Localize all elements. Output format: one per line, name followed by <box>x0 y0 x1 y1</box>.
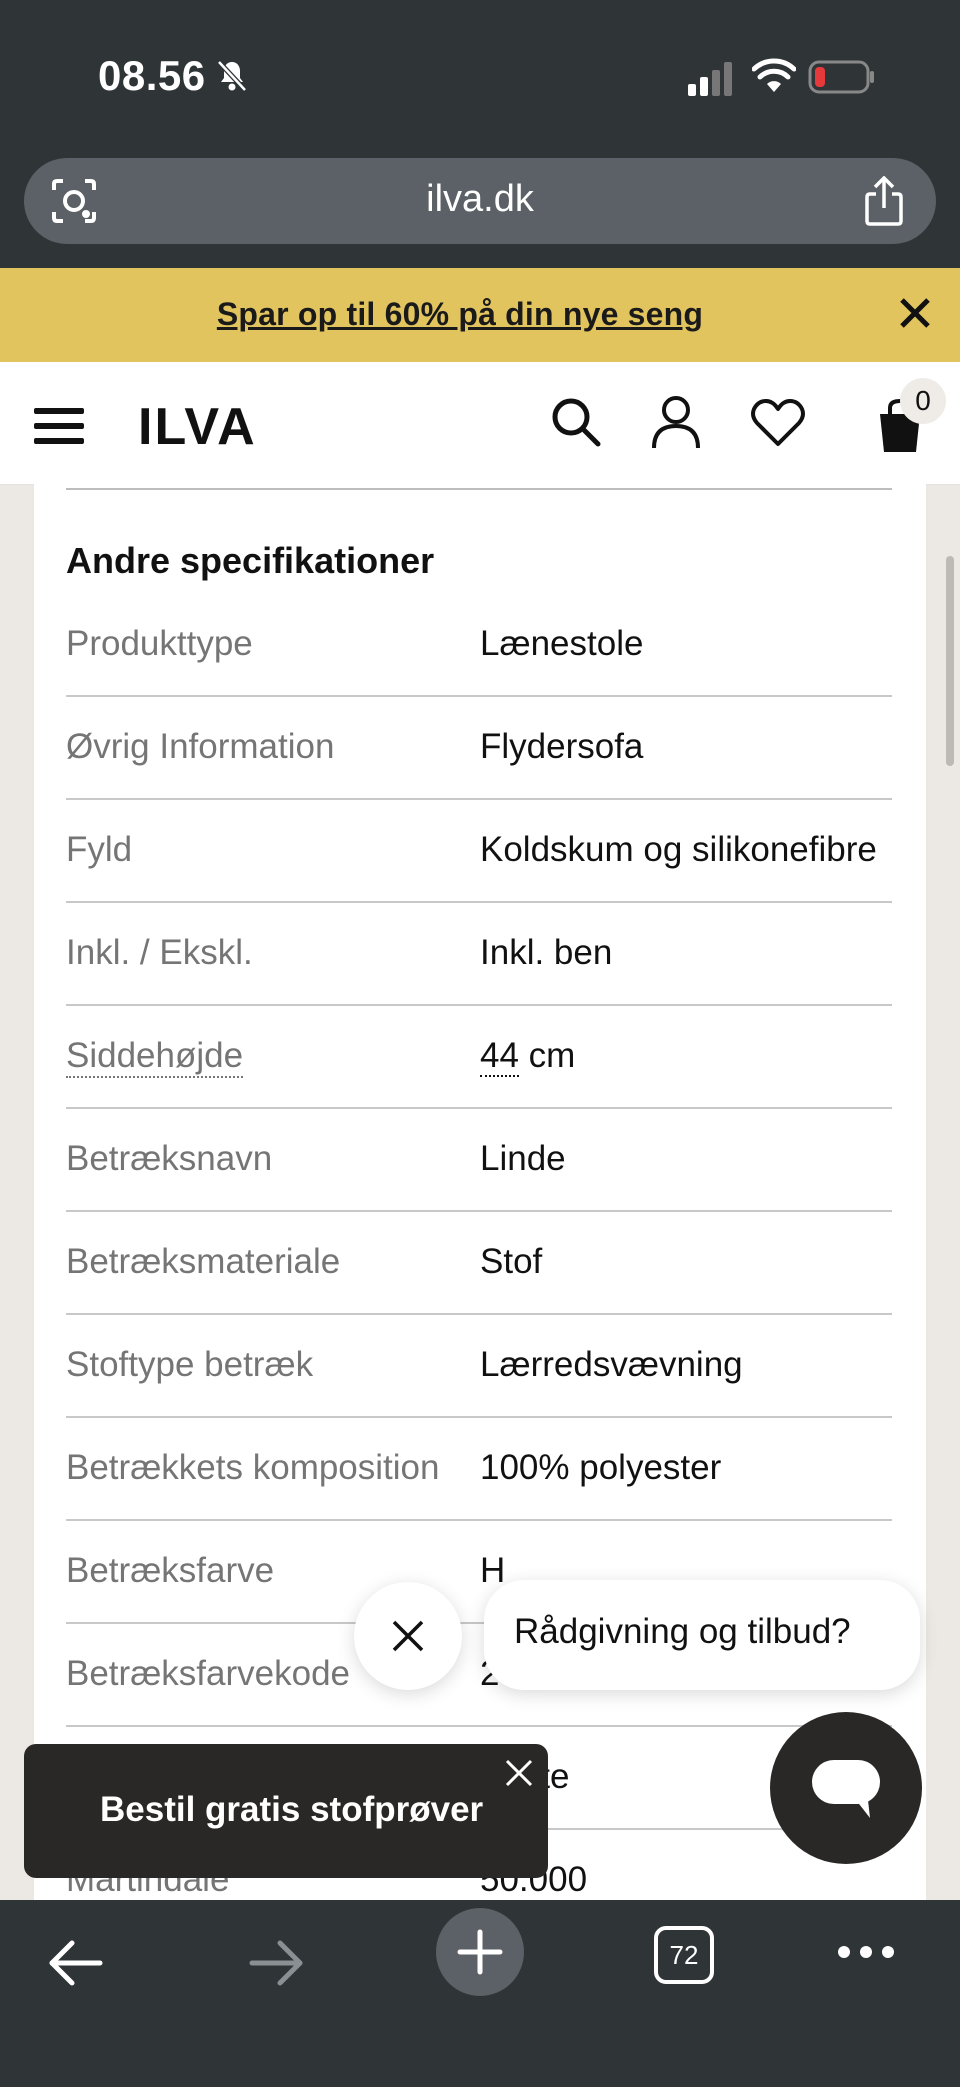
spec-row: Produkttype Lænestole <box>66 594 892 697</box>
spec-value: 100% polyester <box>480 1448 722 1487</box>
chat-prompt-bubble[interactable]: Rådgivning og tilbud? <box>484 1580 920 1690</box>
heart-icon[interactable] <box>750 398 806 448</box>
brand-logo[interactable]: ILVA <box>138 400 288 450</box>
spec-value: Stof <box>480 1242 543 1281</box>
browser-address-bar: ilva.dk <box>0 150 960 268</box>
spec-row: Siddehøjde 44 cm <box>66 1006 892 1109</box>
site-header: ILVA 0 <box>0 362 960 485</box>
spec-label: Betræksfarvekode <box>66 1654 351 1693</box>
fabric-samples-toast[interactable]: Bestil gratis stofprøver <box>24 1744 548 1878</box>
share-icon[interactable] <box>862 176 906 226</box>
chat-prompt-close-button[interactable] <box>354 1582 462 1690</box>
time-text: 08.56 <box>98 52 206 99</box>
brand-name: ILVA <box>138 400 257 450</box>
spec-row: Betræksnavn Linde <box>66 1109 892 1212</box>
tabs-button[interactable]: 72 <box>654 1926 714 1984</box>
spec-row: Inkl. / Ekskl. Inkl. ben <box>66 903 892 1006</box>
spec-label: Stoftype betræk <box>66 1345 314 1384</box>
account-icon[interactable] <box>650 394 702 450</box>
bell-slash-icon <box>216 60 247 92</box>
url-text: ilva.dk <box>426 178 534 220</box>
page-scrollbar[interactable] <box>946 556 954 766</box>
spec-list: Produkttype Lænestole Øvrig Information … <box>66 594 892 1900</box>
fabric-samples-label: Bestil gratis stofprøver <box>100 1790 484 1829</box>
spec-label: Fyld <box>66 830 133 869</box>
spec-row: Betrækkets komposition 100% polyester <box>66 1418 892 1521</box>
back-arrow-icon[interactable] <box>48 1938 104 1988</box>
divider <box>66 488 892 490</box>
section-title: Andre specifikationer <box>66 540 435 581</box>
spec-label: Produkttype <box>66 624 253 663</box>
spec-value: Lærredsvævning <box>480 1345 743 1384</box>
chat-bubble-icon <box>812 1760 880 1818</box>
spec-value: Inkl. ben <box>480 933 613 972</box>
url-field[interactable]: ilva.dk <box>24 158 936 244</box>
close-icon[interactable] <box>504 1758 534 1788</box>
hamburger-menu-icon[interactable] <box>34 406 84 446</box>
status-bar: 08.56 <box>0 0 960 150</box>
cellular-signal-icon <box>688 62 732 96</box>
spec-value: Linde <box>480 1139 566 1178</box>
more-icon[interactable] <box>836 1944 896 1960</box>
chat-prompt-text: Rådgivning og tilbud? <box>514 1612 851 1651</box>
spec-value: Lænestole <box>480 624 644 663</box>
chat-launcher-button[interactable] <box>770 1712 922 1864</box>
spec-row: Fyld Koldskum og silikonefibre <box>66 800 892 903</box>
spec-label: Betræksmateriale <box>66 1242 341 1281</box>
new-tab-button[interactable] <box>436 1908 524 1996</box>
spec-label: Inkl. / Ekskl. <box>66 933 253 972</box>
spec-label: Betrækkets komposition <box>66 1448 440 1487</box>
spec-label: Betræksnavn <box>66 1139 273 1178</box>
promo-link[interactable]: Spar op til 60% på din nye seng <box>0 296 920 333</box>
browser-toolbar: 72 <box>0 1900 960 2087</box>
battery-low-icon <box>808 60 874 94</box>
spec-label-tooltip[interactable]: Siddehøjde <box>66 1036 244 1078</box>
spec-value: Flydersofa <box>480 727 644 766</box>
spec-label: Øvrig Information <box>66 727 335 766</box>
close-icon[interactable] <box>898 296 932 330</box>
spec-value: 44 cm <box>480 1036 576 1077</box>
search-icon[interactable] <box>550 396 602 448</box>
spec-value-unit: cm <box>518 1036 576 1075</box>
cart-count-badge: 0 <box>900 378 946 424</box>
new-tab-icon <box>457 1929 503 1975</box>
spec-value: Koldskum og silikonefibre <box>480 830 877 869</box>
clock: 08.56 <box>98 52 248 100</box>
spec-row: Øvrig Information Flydersofa <box>66 697 892 800</box>
spec-row: Betræksmateriale Stof <box>66 1212 892 1315</box>
spec-value-number[interactable]: 44 <box>480 1036 519 1077</box>
close-icon <box>392 1620 424 1652</box>
wifi-icon <box>752 58 796 92</box>
forward-arrow-icon[interactable] <box>248 1938 304 1988</box>
spec-row: Stoftype betræk Lærredsvævning <box>66 1315 892 1418</box>
spec-value: H <box>480 1551 506 1590</box>
promo-banner: Spar op til 60% på din nye seng <box>0 268 960 362</box>
spec-label: Betræksfarve <box>66 1551 275 1590</box>
